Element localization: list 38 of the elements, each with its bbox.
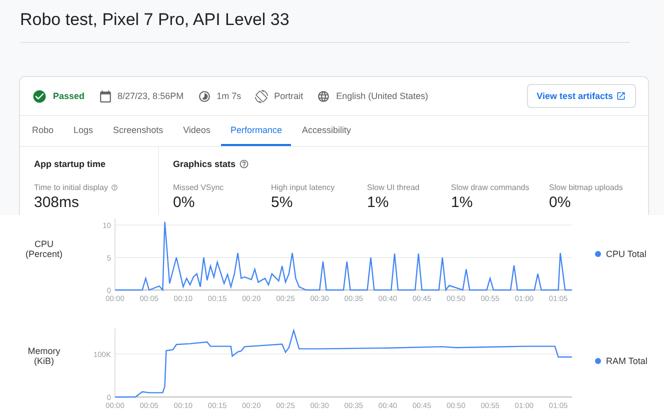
section-heading: Graphics stats (173, 159, 236, 169)
stat-value: 1% (367, 194, 390, 211)
stat-label: Time to initial display (34, 183, 108, 192)
external-link-icon (616, 91, 626, 101)
stat-value: 5% (271, 194, 294, 211)
help-icon[interactable] (110, 183, 118, 192)
tab[interactable]: Performance (221, 116, 291, 146)
stat-label: Slow bitmap uploads (549, 183, 624, 192)
globe-icon (317, 90, 330, 102)
tab[interactable]: Robo (32, 116, 63, 146)
stat-label: Slow UI thread (367, 183, 420, 192)
section-heading: App startup time (34, 159, 107, 169)
y-axis-label: Memory (KiB) (26, 346, 62, 366)
meta-text: 8/27/23, 8:56PM (118, 91, 184, 101)
meta-text: Portrait (274, 91, 304, 101)
stat-label: Missed VSync (173, 183, 225, 192)
help-icon[interactable] (238, 159, 249, 169)
rotate-icon (255, 90, 268, 102)
tab[interactable]: Screenshots (104, 116, 172, 146)
stat-value: 0% (173, 194, 196, 211)
stat-value: 1% (451, 194, 474, 211)
meta-text: 1m 7s (216, 91, 242, 101)
tab[interactable]: Videos (174, 116, 220, 146)
y-axis-label: CPU (Percent) (24, 239, 64, 259)
stat-value: 308ms (34, 194, 80, 211)
legend-label: CPU Total (606, 249, 646, 259)
status-label: Passed (53, 91, 85, 101)
calendar-icon (98, 90, 112, 102)
view-artifacts-button[interactable]: View test artifacts (526, 84, 636, 108)
legend-label: RAM Total (606, 356, 648, 366)
page-title: Robo test, Pixel 7 Pro, API Level 33 (20, 6, 630, 43)
stat-label: Slow draw commands (451, 183, 530, 192)
stat-value: 0% (549, 194, 572, 211)
timer-icon (198, 90, 211, 102)
stat-label: High input latency (271, 183, 336, 192)
meta-text: English (United States) (336, 91, 428, 101)
tab[interactable]: Logs (64, 116, 102, 146)
tab[interactable]: Accessibility (292, 116, 360, 146)
